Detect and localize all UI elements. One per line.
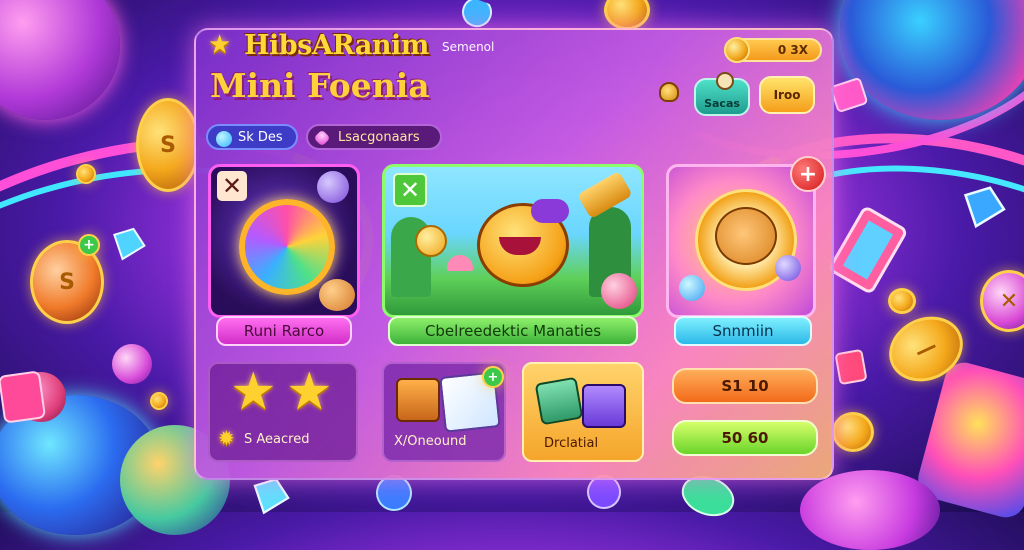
coin-icon — [150, 392, 168, 410]
star-icon: ★ — [230, 362, 277, 422]
heart-gem-icon — [313, 129, 331, 147]
mushroom-icon — [447, 255, 473, 271]
coin-icon — [319, 279, 355, 311]
teal-button-label: Sacas — [704, 97, 740, 110]
plus-badge-icon: + — [482, 366, 504, 388]
value-bar-orange-text: S1 10 — [721, 377, 769, 395]
game-logo-title: HibsARanim — [244, 30, 429, 61]
coin-icon — [724, 37, 750, 63]
star-icon: ★ — [286, 362, 333, 422]
creature-hat — [531, 199, 569, 223]
teal-shop-button[interactable]: Sacas — [694, 72, 750, 116]
bell-icon[interactable] — [659, 82, 679, 102]
game-card-2-label[interactable]: Cbelreedektic Manaties — [388, 316, 638, 346]
sun-icon: ✹ — [218, 426, 235, 450]
game-card-1-label[interactable]: Runi Rarco — [216, 316, 352, 346]
planet-orb — [0, 0, 120, 120]
bubble-orb — [112, 344, 152, 384]
header-label: Semenol — [442, 40, 495, 54]
coin-icon — [415, 225, 447, 257]
stars-card[interactable]: ★ ★ ✹ S Aeacred — [208, 362, 358, 462]
value-bar-orange[interactable]: S1 10 — [672, 368, 818, 404]
gem-icon — [679, 275, 705, 301]
star-icon: ★ — [208, 30, 232, 60]
coin-amount: 0 3X — [777, 43, 808, 57]
value-bar-green[interactable]: 50 60 — [672, 420, 818, 456]
coin-icon — [76, 164, 96, 184]
filter-pill-2[interactable]: Lsacgonaars — [306, 124, 442, 150]
gift-box-icon — [534, 376, 584, 426]
coin-icon — [832, 412, 874, 452]
close-icon[interactable]: ✕ — [217, 171, 247, 201]
coin-icon — [604, 0, 650, 30]
game-subtitle: Mini Foenia — [210, 66, 430, 105]
game-card-1[interactable]: ✕ — [208, 164, 360, 318]
game-card-3-label[interactable]: Snnmiin — [674, 316, 812, 346]
stars-card-text: S Aeacred — [244, 432, 310, 447]
dice-icon — [0, 371, 46, 423]
chest-card[interactable]: + X/Oneound — [382, 362, 506, 462]
bubble-orb-icon — [317, 171, 349, 203]
orange-button[interactable]: Iroo — [759, 76, 815, 114]
box-card[interactable]: Drclatial — [522, 362, 644, 462]
dice-icon — [835, 349, 867, 385]
rainbow-orb-icon — [239, 199, 335, 295]
header: ★ HibsARanim Mini Foenia Semenol 0 3X Sa… — [196, 30, 832, 130]
chest-card-text: X/Oneound — [394, 434, 467, 449]
orb-icon — [216, 131, 232, 147]
value-bar-green-text: 50 60 — [721, 429, 769, 447]
badge-icon: + — [78, 234, 100, 256]
gem-icon — [775, 255, 801, 281]
main-panel: ★ HibsARanim Mini Foenia Semenol 0 3X Sa… — [194, 28, 834, 480]
game-card-2[interactable]: ✕ — [382, 164, 644, 318]
coin-icon: S — [136, 98, 200, 192]
bear-character-icon — [715, 207, 777, 265]
planet-orb — [800, 470, 940, 550]
close-icon[interactable]: ✕ — [393, 173, 427, 207]
orb-icon — [601, 273, 637, 309]
filter-pill-2-label: Lsacgonaars — [338, 129, 420, 145]
treasure-chest-icon — [396, 378, 440, 422]
coin-icon — [888, 288, 916, 314]
filter-pill-1-label: Sk Des — [238, 129, 283, 145]
add-icon[interactable]: + — [790, 156, 826, 192]
character-icon — [716, 72, 734, 90]
game-card-3[interactable] — [666, 164, 816, 318]
box-card-text: Drclatial — [544, 436, 599, 451]
filter-pill-1[interactable]: Sk Des — [206, 124, 298, 150]
coin-balance[interactable]: 0 3X — [724, 37, 822, 63]
gift-box-icon — [582, 384, 626, 428]
